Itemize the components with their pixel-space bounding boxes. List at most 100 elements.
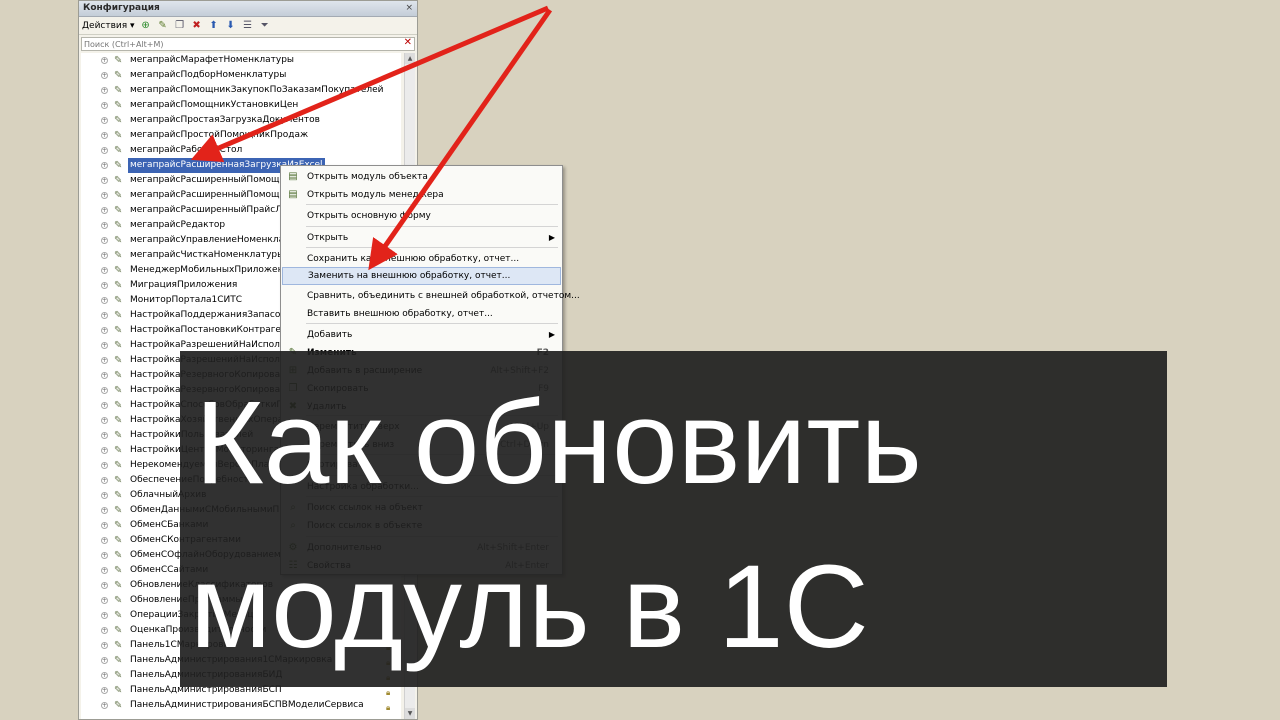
data-processor-icon: ✎ xyxy=(114,625,123,636)
delete-icon[interactable]: ✖ xyxy=(191,20,203,32)
expand-icon[interactable]: + xyxy=(101,282,108,289)
menu-separator xyxy=(306,226,558,227)
tree-item-label: мегапрайсПростойПомощникПродаж xyxy=(130,130,309,140)
expand-icon[interactable]: + xyxy=(101,447,108,454)
data-processor-icon: ✎ xyxy=(114,370,123,381)
data-processor-icon: ✎ xyxy=(114,430,123,441)
context-menu-item[interactable]: Сохранить как внешнюю обработку, отчет..… xyxy=(282,250,561,268)
expand-icon[interactable]: + xyxy=(101,402,108,409)
expand-icon[interactable]: + xyxy=(101,567,108,574)
expand-icon[interactable]: + xyxy=(101,537,108,544)
expand-icon[interactable]: + xyxy=(101,72,108,79)
context-menu-item[interactable]: Открыть основную форму xyxy=(282,207,561,225)
expand-icon[interactable]: + xyxy=(101,267,108,274)
expand-icon[interactable]: + xyxy=(101,492,108,499)
expand-icon[interactable]: + xyxy=(101,237,108,244)
tree-item[interactable]: + ✎ мегапрайсПомощникУстановкиЦен xyxy=(81,98,401,113)
expand-icon[interactable]: + xyxy=(101,552,108,559)
context-menu-item[interactable]: Вставить внешнюю обработку, отчет... xyxy=(282,305,561,323)
context-menu-item[interactable]: Заменить на внешнюю обработку, отчет... xyxy=(282,267,561,285)
submenu-arrow-icon: ▶ xyxy=(548,330,555,339)
tree-item-label: мегапрайсРасширенныйПрайсЛист xyxy=(130,205,299,215)
expand-icon[interactable]: + xyxy=(101,162,108,169)
expand-icon[interactable]: + xyxy=(101,657,108,664)
data-processor-icon: ✎ xyxy=(114,565,123,576)
expand-icon[interactable]: + xyxy=(101,627,108,634)
data-processor-icon: ✎ xyxy=(114,340,123,351)
close-icon[interactable]: × xyxy=(405,1,413,16)
clear-search-icon[interactable]: ✕ xyxy=(404,37,412,48)
tree-item[interactable]: + ✎ мегапрайсРабочийСтол xyxy=(81,143,401,158)
context-menu-item[interactable]: Добавить ▶ xyxy=(282,326,561,344)
expand-icon[interactable]: + xyxy=(101,222,108,229)
expand-icon[interactable]: + xyxy=(101,612,108,619)
expand-icon[interactable]: + xyxy=(101,297,108,304)
expand-icon[interactable]: + xyxy=(101,312,108,319)
data-processor-icon: ✎ xyxy=(114,190,123,201)
expand-icon[interactable]: + xyxy=(101,477,108,484)
tree-item-label: мегапрайсПростаяЗагрузкаДокументов xyxy=(130,115,320,125)
add-icon[interactable]: ⊕ xyxy=(140,20,152,32)
lock-icon: 🔒︎ xyxy=(386,703,391,712)
move-up-icon[interactable]: ⬆ xyxy=(208,20,220,32)
actions-menu-button[interactable]: Действия ▾ xyxy=(82,21,135,31)
search-input[interactable] xyxy=(82,38,382,50)
edit-icon[interactable]: ✎ xyxy=(157,20,169,32)
expand-icon[interactable]: + xyxy=(101,642,108,649)
context-menu-item[interactable]: ▤ Открыть модуль менеджера xyxy=(282,186,561,204)
tree-item[interactable]: + ✎ мегапрайсМарафетНоменклатуры xyxy=(81,53,401,68)
expand-icon[interactable]: + xyxy=(101,597,108,604)
expand-icon[interactable]: + xyxy=(101,672,108,679)
data-processor-icon: ✎ xyxy=(114,550,123,561)
expand-icon[interactable]: + xyxy=(101,522,108,529)
expand-icon[interactable]: + xyxy=(101,342,108,349)
expand-icon[interactable]: + xyxy=(101,507,108,514)
expand-icon[interactable]: + xyxy=(101,192,108,199)
expand-icon[interactable]: + xyxy=(101,702,108,709)
copy-icon[interactable]: ❐ xyxy=(174,20,186,32)
expand-icon[interactable]: + xyxy=(101,687,108,694)
data-processor-icon: ✎ xyxy=(114,610,123,621)
move-down-icon[interactable]: ⬇ xyxy=(225,20,237,32)
expand-icon[interactable]: + xyxy=(101,102,108,109)
context-menu-item[interactable]: Открыть ▶ xyxy=(282,229,561,247)
scroll-down-icon[interactable]: ▼ xyxy=(405,708,415,719)
data-processor-icon: ✎ xyxy=(114,415,123,426)
expand-icon[interactable]: + xyxy=(101,327,108,334)
expand-icon[interactable]: + xyxy=(101,387,108,394)
tree-item[interactable]: + ✎ мегапрайсПомощникЗакупокПоЗаказамПокуп… xyxy=(81,83,401,98)
tree-item[interactable]: + ✎ мегапрайсПростойПомощникПродаж xyxy=(81,128,401,143)
expand-icon[interactable]: + xyxy=(101,132,108,139)
context-menu-item[interactable]: Сравнить, объединить с внешней обработко… xyxy=(282,287,580,305)
expand-icon[interactable]: + xyxy=(101,417,108,424)
expand-icon[interactable]: + xyxy=(101,177,108,184)
menu-item-label: Добавить xyxy=(307,330,353,340)
expand-icon[interactable]: + xyxy=(101,147,108,154)
data-processor-icon: ✎ xyxy=(114,100,123,111)
expand-icon[interactable]: + xyxy=(101,117,108,124)
expand-icon[interactable]: + xyxy=(101,432,108,439)
scroll-up-icon[interactable]: ▲ xyxy=(405,53,415,64)
data-processor-icon: ✎ xyxy=(114,175,123,186)
data-processor-icon: ✎ xyxy=(114,640,123,651)
expand-icon[interactable]: + xyxy=(101,357,108,364)
tree-item-label: мегапрайсПомощникЗакупокПоЗаказамПокупат… xyxy=(130,85,384,95)
expand-icon[interactable]: + xyxy=(101,582,108,589)
list-icon[interactable]: ☰ xyxy=(242,20,254,32)
expand-icon[interactable]: + xyxy=(101,462,108,469)
menu-item-label: Открыть модуль менеджера xyxy=(307,190,444,200)
menu-separator xyxy=(306,247,558,248)
expand-icon[interactable]: + xyxy=(101,207,108,214)
expand-icon[interactable]: + xyxy=(101,57,108,64)
expand-icon[interactable]: + xyxy=(101,372,108,379)
expand-icon[interactable]: + xyxy=(101,87,108,94)
tree-item[interactable]: + ✎ ПанельАдминистрированияБСПВМоделиСерви… xyxy=(81,698,401,713)
data-processor-icon: ✎ xyxy=(114,520,123,531)
data-processor-icon: ✎ xyxy=(114,130,123,141)
filter-icon[interactable]: ⏷ xyxy=(259,20,271,32)
tree-item[interactable]: + ✎ мегапрайсПростаяЗагрузкаДокументов xyxy=(81,113,401,128)
tree-item[interactable]: + ✎ мегапрайсПодборНоменклатуры xyxy=(81,68,401,83)
expand-icon[interactable]: + xyxy=(101,252,108,259)
context-menu-item[interactable]: ▤ Открыть модуль объекта xyxy=(282,168,561,186)
data-processor-icon: ✎ xyxy=(114,490,123,501)
